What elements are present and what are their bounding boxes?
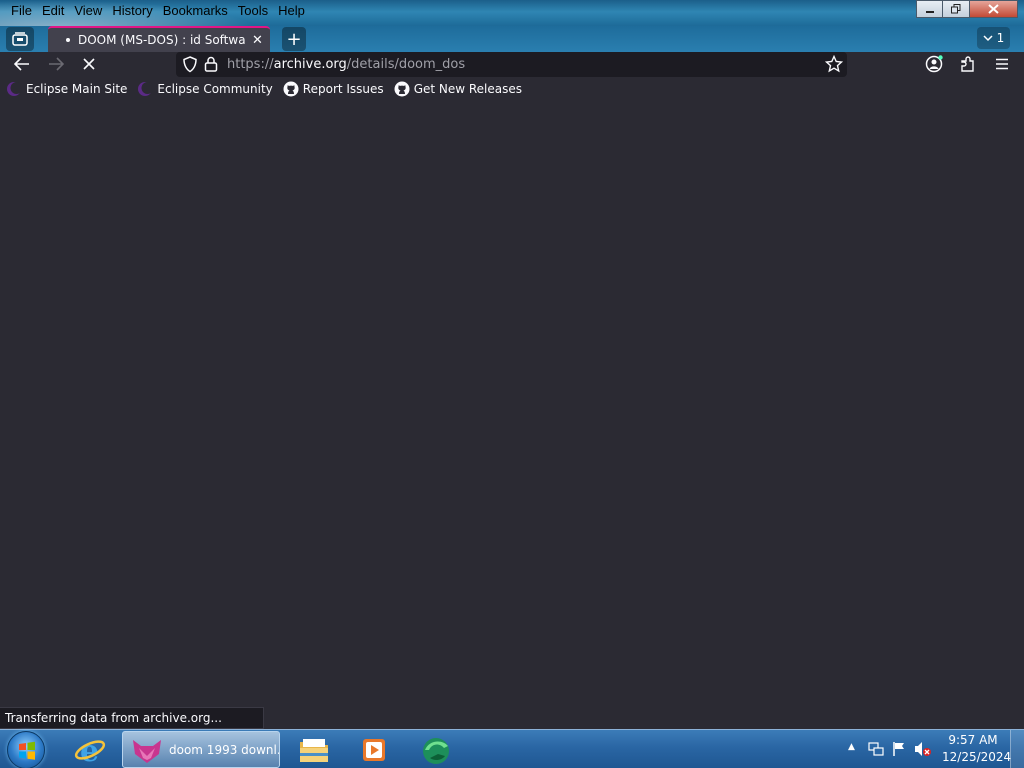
volume-muted-icon[interactable]	[914, 741, 932, 757]
tab-title: DOOM (MS-DOS) : id Software :	[78, 33, 246, 47]
url-host: archive.org	[273, 57, 347, 72]
menu-bar: File Edit View History Bookmarks Tools H…	[6, 2, 310, 20]
list-all-tabs-button[interactable]: 1	[977, 27, 1010, 49]
firefox-view-icon	[12, 32, 28, 46]
show-hidden-icons-icon[interactable]: ▲	[848, 742, 855, 752]
window-controls	[916, 0, 1018, 18]
bookmark-eclipse-community[interactable]: Eclipse Community	[137, 81, 273, 97]
restore-button[interactable]	[943, 0, 970, 18]
minimize-icon	[925, 11, 934, 13]
new-tab-button[interactable]: +	[282, 27, 306, 51]
taskbar: e doom 1993 downl... ▲ 9:57 AM 12/25/202…	[0, 729, 1024, 768]
menu-file[interactable]: File	[6, 2, 37, 20]
windows-logo-icon	[19, 741, 35, 760]
tab-active[interactable]: DOOM (MS-DOS) : id Software : ✕	[48, 26, 270, 52]
menu-edit[interactable]: Edit	[37, 2, 69, 20]
eclipse-icon	[138, 82, 154, 96]
page-content[interactable]	[0, 101, 1024, 729]
github-icon	[283, 81, 299, 97]
hamburger-menu-icon	[996, 58, 1008, 70]
close-window-button[interactable]	[970, 0, 1018, 18]
taskbar-internet-explorer[interactable]: e	[66, 731, 114, 768]
menu-tools[interactable]: Tools	[233, 2, 273, 20]
taskbar-firefox-window[interactable]: doom 1993 downl...	[122, 731, 280, 768]
show-desktop-button[interactable]	[1010, 730, 1024, 768]
menu-history[interactable]: History	[107, 2, 157, 20]
stop-button[interactable]	[77, 52, 101, 76]
clock-time: 9:57 AM	[948, 733, 998, 747]
taskbar-app-globe[interactable]	[412, 731, 460, 768]
lock-icon	[204, 56, 218, 72]
taskbar-window-label: doom 1993 downl...	[169, 742, 279, 757]
taskbar-media-player[interactable]	[350, 731, 398, 768]
media-player-icon	[363, 738, 385, 761]
bookmark-label: Get New Releases	[413, 82, 523, 96]
bookmark-get-new-releases[interactable]: Get New Releases	[394, 81, 522, 97]
minimize-button[interactable]	[916, 0, 943, 18]
tab-strip: DOOM (MS-DOS) : id Software : ✕ + 1	[0, 26, 1024, 52]
window-titlebar: File Edit View History Bookmarks Tools H…	[0, 0, 1024, 52]
action-center-flag-icon[interactable]	[891, 741, 907, 757]
url-path: /details/doom_dos	[346, 57, 466, 72]
browser-fox-icon	[133, 739, 161, 763]
navigation-toolbar: https://archive.org/details/doom_dos	[0, 52, 1024, 77]
network-icon[interactable]	[868, 741, 884, 757]
folder-icon	[300, 738, 328, 762]
forward-arrow-icon	[49, 57, 64, 71]
tracking-shield-icon	[183, 56, 197, 73]
account-icon	[925, 55, 943, 73]
chevron-down-icon	[983, 34, 993, 41]
bookmark-label: Report Issues	[302, 82, 384, 96]
bookmark-report-issues[interactable]: Report Issues	[283, 81, 384, 97]
clock-date: 12/25/2024	[942, 750, 1012, 764]
github-icon	[394, 81, 410, 97]
tab-attention-dot	[66, 38, 70, 42]
bookmark-eclipse-main-site[interactable]: Eclipse Main Site	[6, 81, 127, 97]
taskbar-clock[interactable]: 9:57 AM 12/25/2024	[942, 732, 1012, 766]
firefox-view-button[interactable]	[6, 27, 34, 51]
back-arrow-icon	[14, 57, 29, 71]
plus-icon: +	[286, 28, 302, 50]
start-button[interactable]	[7, 731, 45, 768]
app-menu-button[interactable]	[990, 52, 1014, 76]
url-bar[interactable]: https://archive.org/details/doom_dos	[176, 52, 847, 77]
status-panel: Transferring data from archive.org...	[0, 707, 264, 729]
restore-icon	[951, 4, 961, 14]
close-icon	[988, 4, 999, 14]
internet-explorer-icon: e	[74, 734, 106, 766]
bookmark-star-icon[interactable]	[825, 55, 843, 73]
menu-bookmarks[interactable]: Bookmarks	[158, 2, 233, 20]
stop-x-icon	[83, 58, 95, 70]
url-scheme: https://	[227, 57, 274, 72]
puzzle-icon	[961, 56, 974, 72]
account-button[interactable]	[922, 52, 946, 76]
eclipse-icon	[7, 82, 22, 96]
url-text: https://archive.org/details/doom_dos	[227, 57, 465, 72]
extensions-button[interactable]	[956, 52, 980, 76]
menu-help[interactable]: Help	[273, 2, 310, 20]
bookmarks-toolbar: Eclipse Main Site Eclipse Community Repo…	[0, 77, 1024, 101]
tab-count-label: 1	[996, 31, 1005, 45]
menu-view[interactable]: View	[69, 2, 107, 20]
bookmark-label: Eclipse Community	[157, 82, 273, 96]
close-icon[interactable]: ✕	[252, 33, 263, 48]
svg-text:e: e	[80, 734, 99, 766]
back-button[interactable]	[10, 52, 34, 76]
globe-arrow-icon	[423, 737, 449, 764]
bookmark-label: Eclipse Main Site	[26, 82, 128, 96]
taskbar-file-explorer[interactable]	[290, 731, 338, 768]
forward-button[interactable]	[44, 52, 68, 76]
